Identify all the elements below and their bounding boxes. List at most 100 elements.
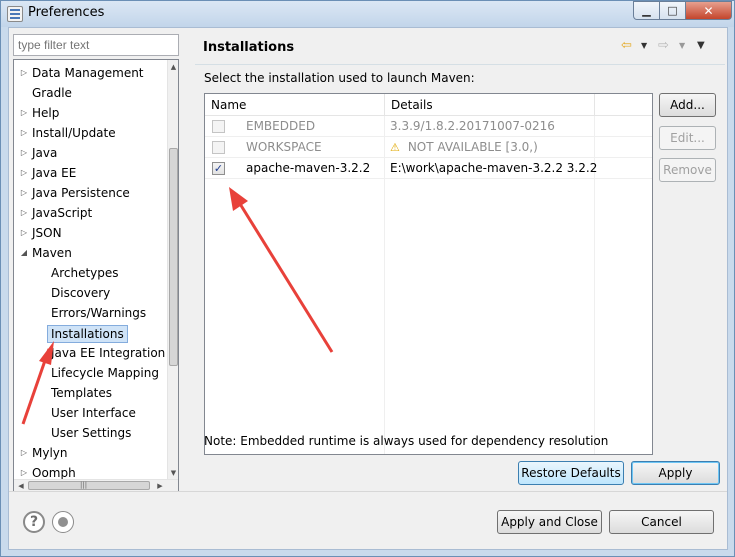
page-description: Select the installation used to launch M… — [204, 71, 475, 85]
tree-item-label: Installations — [47, 325, 128, 343]
view-menu-icon[interactable]: ▼ — [697, 37, 705, 55]
scroll-thumb[interactable] — [169, 148, 178, 366]
installation-details-cell: 3.3.9/1.8.2.20171007-0216 — [390, 116, 555, 137]
tree-item[interactable]: ◢ Maven — [14, 243, 169, 263]
collapsed-arrow-icon[interactable]: ▷ — [18, 163, 30, 183]
tree-item[interactable]: ▷ Java Persistence — [14, 183, 169, 203]
cancel-button[interactable]: Cancel — [609, 510, 714, 534]
dialog-client: ▷Data ManagementGradle▷Help▷Install/Upda… — [8, 27, 728, 550]
collapsed-arrow-icon[interactable]: ▷ — [18, 223, 30, 243]
tree-item-label: Install/Update — [32, 126, 116, 140]
installation-details-cell: ⚠ NOT AVAILABLE [3.0,) — [390, 137, 538, 158]
collapsed-arrow-icon[interactable]: ▷ — [18, 443, 30, 463]
collapsed-arrow-icon[interactable]: ▷ — [18, 123, 30, 143]
forward-dropdown-icon[interactable]: ▼ — [679, 37, 685, 55]
hscroll-thumb[interactable] — [28, 481, 150, 490]
installation-checkbox[interactable]: ✓ — [212, 162, 225, 175]
collapsed-arrow-icon[interactable]: ▷ — [18, 463, 30, 480]
installation-details-cell: E:\work\apache-maven-3.2.2 3.2.2 — [390, 158, 597, 179]
installation-details: 3.3.9/1.8.2.20171007-0216 — [390, 119, 555, 133]
tree-item-label: Java EE — [32, 166, 77, 180]
window-title: Preferences — [28, 5, 105, 20]
maximize-button[interactable]: □ — [660, 1, 686, 20]
tree-item-label: Mylyn — [32, 446, 68, 460]
tree-item-label: Java — [32, 146, 58, 160]
tree-item[interactable]: Templates — [14, 383, 169, 403]
collapsed-arrow-icon[interactable]: ▷ — [18, 63, 30, 83]
grip-icon: ||| — [80, 481, 88, 489]
column-header-name[interactable]: Name — [205, 94, 385, 116]
tree-item[interactable]: Java EE Integration — [14, 343, 169, 363]
tree-item-label: Discovery — [51, 286, 111, 300]
scroll-down-icon[interactable]: ▼ — [168, 466, 178, 480]
tree-item[interactable]: ▷ Help — [14, 103, 169, 123]
tree-item[interactable]: Archetypes — [14, 263, 169, 283]
collapsed-arrow-icon[interactable]: ▷ — [18, 143, 30, 163]
column-header-details[interactable]: Details — [385, 94, 595, 116]
scroll-up-icon[interactable]: ▲ — [168, 60, 178, 74]
tree-item[interactable]: Discovery — [14, 283, 169, 303]
tree-item[interactable]: ▷ Mylyn — [14, 443, 169, 463]
expanded-arrow-icon[interactable]: ◢ — [18, 243, 30, 263]
tree-item[interactable]: Lifecycle Mapping — [14, 363, 169, 383]
tree-horizontal-scrollbar[interactable]: ◀ ||| ▶ — [14, 479, 178, 491]
installation-checkbox[interactable] — [212, 120, 225, 133]
page-title: Installations — [203, 40, 295, 55]
installation-name: EMBEDDED — [246, 119, 316, 133]
edit-button[interactable]: Edit... — [659, 126, 716, 150]
bottom-separator — [9, 491, 727, 492]
embedded-note: Note: Embedded runtime is always used fo… — [204, 434, 609, 448]
table-row[interactable]: ✓ apache-maven-3.2.2 E:\work\apache-maven-… — [205, 158, 652, 179]
table-row[interactable]: WORKSPACE ⚠ NOT AVAILABLE [3.0,) — [205, 137, 652, 158]
tree-item[interactable]: User Interface — [14, 403, 169, 423]
tree-item[interactable]: Installations — [14, 323, 169, 343]
tree-item[interactable]: Gradle — [14, 83, 169, 103]
tree-item-label: Gradle — [32, 86, 72, 100]
import-export-icon[interactable] — [52, 511, 74, 533]
tree-item[interactable]: ▷ Java — [14, 143, 169, 163]
tree-item[interactable]: Errors/Warnings — [14, 303, 169, 323]
preferences-icon — [7, 6, 23, 22]
tree-item-label: Data Management — [32, 66, 144, 80]
back-arrow-icon[interactable]: ⇦ — [621, 37, 632, 55]
installation-checkbox[interactable] — [212, 141, 225, 154]
help-icon[interactable]: ? — [23, 511, 45, 533]
tree-item[interactable]: User Settings — [14, 423, 169, 443]
tree-item[interactable]: ▷ JSON — [14, 223, 169, 243]
tree-item[interactable]: ▷ Install/Update — [14, 123, 169, 143]
tree-item[interactable]: ▷ Java EE — [14, 163, 169, 183]
minimize-icon: ▁ — [642, 4, 651, 17]
collapsed-arrow-icon[interactable]: ▷ — [18, 183, 30, 203]
tree-item-label: Help — [32, 106, 60, 120]
table-row[interactable]: EMBEDDED 3.3.9/1.8.2.20171007-0216 — [205, 116, 652, 137]
filter-input[interactable] — [13, 34, 179, 56]
restore-defaults-button[interactable]: Restore Defaults — [518, 461, 624, 485]
page-navigation: ⇦ ▼ ⇨ ▼ ▼ — [621, 37, 721, 55]
tree-item-label: User Interface — [51, 406, 136, 420]
installation-details: E:\work\apache-maven-3.2.2 3.2.2 — [390, 161, 598, 175]
back-dropdown-icon[interactable]: ▼ — [641, 37, 647, 55]
minimize-button[interactable]: ▁ — [633, 1, 660, 20]
add-button[interactable]: Add... — [659, 93, 716, 117]
apply-and-close-button[interactable]: Apply and Close — [497, 510, 602, 534]
close-button[interactable]: ✕ — [686, 1, 732, 20]
tree-item-label: Java EE Integration — [51, 346, 166, 360]
apply-button[interactable]: Apply — [631, 461, 720, 485]
installation-details: NOT AVAILABLE [3.0,) — [407, 140, 538, 154]
collapsed-arrow-icon[interactable]: ▷ — [18, 203, 30, 223]
tree-item[interactable]: ▷ Oomph — [14, 463, 169, 480]
tree-vertical-scrollbar[interactable]: ▲ ▼ — [167, 60, 178, 480]
remove-button[interactable]: Remove — [659, 158, 716, 182]
tree-items: ▷ Data Management Gradle ▷ Help ▷ Install/Upda… — [14, 60, 169, 480]
collapsed-arrow-icon[interactable]: ▷ — [18, 103, 30, 123]
preferences-window: Preferences ▁ □ ✕ ▷Data ManagementGradle… — [0, 0, 735, 557]
window-controls: ▁ □ ✕ — [633, 1, 732, 20]
tree-item-label: JSON — [32, 226, 62, 240]
tree-item[interactable]: ▷ JavaScript — [14, 203, 169, 223]
installation-name: WORKSPACE — [246, 140, 322, 154]
tree-item[interactable]: ▷ Data Management — [14, 63, 169, 83]
forward-arrow-icon[interactable]: ⇨ — [658, 37, 669, 55]
tree-item-label: Oomph — [32, 466, 76, 480]
tree-item-label: Maven — [32, 246, 72, 260]
maximize-icon: □ — [667, 4, 678, 17]
